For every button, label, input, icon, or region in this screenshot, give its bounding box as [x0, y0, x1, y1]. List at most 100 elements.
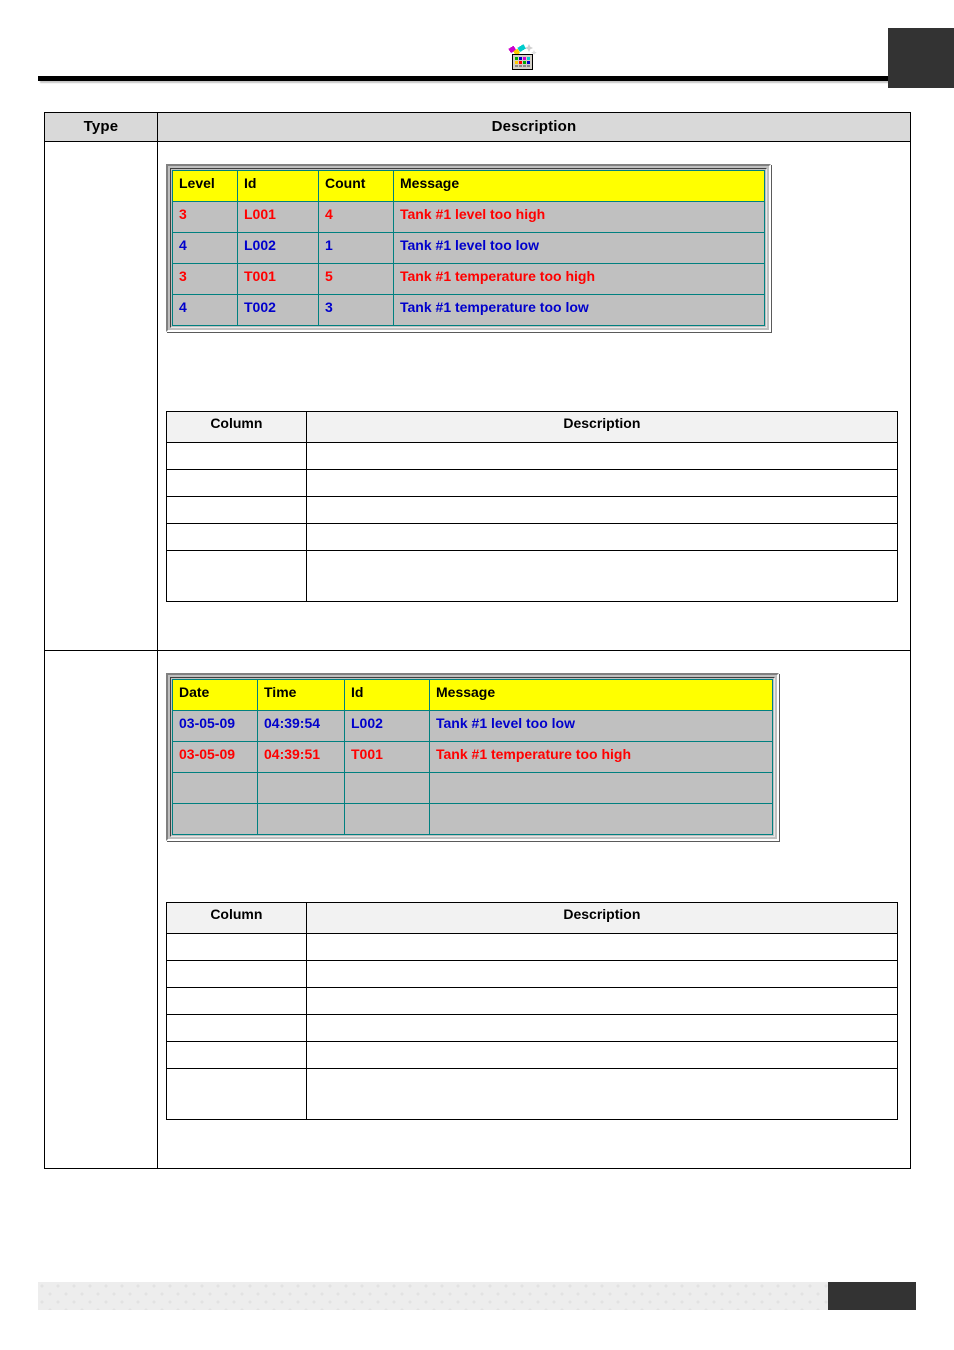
spec-cell-description: [305, 960, 899, 988]
spec-header-row: Column Description: [166, 411, 899, 443]
table-row[interactable]: 3 T001 5 Tank #1 temperature too high: [172, 263, 765, 295]
table-row: [166, 523, 899, 551]
spec-cell-description: [305, 1068, 899, 1120]
table-row[interactable]: [172, 772, 773, 804]
table-row: [166, 442, 899, 470]
event-cell-id: [344, 772, 430, 804]
alarm-cell-message: Tank #1 temperature too high: [393, 263, 765, 295]
alarm-col-id[interactable]: Id: [237, 170, 319, 202]
spec-header-description: Description: [305, 411, 899, 443]
alarm-col-message[interactable]: Message: [393, 170, 765, 202]
section-spacer-bottom: [166, 1120, 898, 1146]
alarm-cell-level: 4: [172, 232, 238, 264]
page-footer: [38, 1282, 916, 1310]
event-cell-time: [257, 803, 345, 835]
table-row[interactable]: 4 L002 1 Tank #1 level too low: [172, 232, 765, 264]
section-type-cell-alarm-summary: [44, 141, 158, 651]
footer-band: [38, 1282, 828, 1310]
doc-header-description: Description: [157, 112, 911, 142]
event-cell-time: 04:39:51: [257, 741, 345, 773]
spec-cell-column: [166, 987, 307, 1015]
alarm-summary-grid[interactable]: Level Id Count Message 3 L001 4 Tank #1 …: [172, 170, 765, 326]
spec-cell-description: [305, 550, 899, 602]
table-row[interactable]: 4 T002 3 Tank #1 temperature too low: [172, 294, 765, 326]
spec-cell-column: [166, 496, 307, 524]
event-col-id[interactable]: Id: [344, 679, 430, 711]
alarm-cell-message: Tank #1 level too low: [393, 232, 765, 264]
alarm-cell-count: 3: [318, 294, 394, 326]
event-col-date[interactable]: Date: [172, 679, 258, 711]
event-cell-date: 03-05-09: [172, 710, 258, 742]
table-row: [166, 960, 899, 988]
event-cell-date: [172, 803, 258, 835]
alarm-cell-id: L001: [237, 201, 319, 233]
alarm-summary-widget-inner: Level Id Count Message 3 L001 4 Tank #1 …: [170, 168, 767, 328]
doc-table-header-row: Type Description: [44, 112, 911, 142]
footer-block: [828, 1282, 916, 1310]
alarm-col-level[interactable]: Level: [172, 170, 238, 202]
event-column-spec-table: Column Description: [166, 902, 899, 1120]
spec-cell-column: [166, 1041, 307, 1069]
alarm-col-count[interactable]: Count: [318, 170, 394, 202]
table-row[interactable]: [172, 803, 773, 835]
spec-cell-column: [166, 933, 307, 961]
event-cell-time: [257, 772, 345, 804]
spec-header-column: Column: [166, 411, 307, 443]
doc-section-alarm-summary: Level Id Count Message 3 L001 4 Tank #1 …: [44, 141, 911, 651]
event-col-message[interactable]: Message: [429, 679, 773, 711]
table-row: [166, 1068, 899, 1120]
spec-cell-column: [166, 1068, 307, 1120]
table-row: [166, 933, 899, 961]
event-cell-id: T001: [344, 741, 430, 773]
event-cell-message: [429, 803, 773, 835]
alarm-cell-id: T002: [237, 294, 319, 326]
alarm-cell-id: T001: [237, 263, 319, 295]
event-cell-id: [344, 803, 430, 835]
section-type-cell-event-log: [44, 650, 158, 1169]
documentation-table: Type Description Level Id Count Message …: [44, 112, 911, 1169]
spec-cell-column: [166, 960, 307, 988]
alarm-cell-message: Tank #1 temperature too low: [393, 294, 765, 326]
spec-cell-column: [166, 469, 307, 497]
table-row[interactable]: 03-05-09 04:39:54 L002 Tank #1 level too…: [172, 710, 773, 742]
alarm-cell-count: 4: [318, 201, 394, 233]
alarm-cell-level: 3: [172, 263, 238, 295]
spec-cell-description: [305, 496, 899, 524]
alarm-cell-count: 1: [318, 232, 394, 264]
alarm-cell-message: Tank #1 level too high: [393, 201, 765, 233]
alarm-summary-widget[interactable]: Level Id Count Message 3 L001 4 Tank #1 …: [166, 164, 771, 332]
event-log-grid[interactable]: Date Time Id Message 03-05-09 04:39:54 L…: [172, 679, 773, 835]
header-divider-rule: [38, 76, 902, 81]
event-cell-message: Tank #1 temperature too high: [429, 741, 773, 773]
spec-cell-column: [166, 1014, 307, 1042]
event-cell-id: L002: [344, 710, 430, 742]
spec-cell-description: [305, 523, 899, 551]
event-cell-message: Tank #1 level too low: [429, 710, 773, 742]
table-row: [166, 496, 899, 524]
spec-cell-description: [305, 933, 899, 961]
section-spacer-bottom: [166, 602, 898, 628]
spec-cell-column: [166, 550, 307, 602]
spec-cell-description: [305, 1014, 899, 1042]
event-cell-time: 04:39:54: [257, 710, 345, 742]
event-cell-date: 03-05-09: [172, 741, 258, 773]
alarm-cell-level: 3: [172, 201, 238, 233]
table-row[interactable]: 3 L001 4 Tank #1 level too high: [172, 201, 765, 233]
table-row: [166, 469, 899, 497]
table-row: [166, 1041, 899, 1069]
event-cell-message: [429, 772, 773, 804]
page-header: [0, 0, 954, 92]
alarm-cell-id: L002: [237, 232, 319, 264]
spec-header-row: Column Description: [166, 902, 899, 934]
spec-cell-description: [305, 987, 899, 1015]
event-col-time[interactable]: Time: [257, 679, 345, 711]
doc-section-event-log: Date Time Id Message 03-05-09 04:39:54 L…: [44, 650, 911, 1169]
spec-header-description: Description: [305, 902, 899, 934]
spec-cell-column: [166, 442, 307, 470]
section-description-cell-alarm-summary: Level Id Count Message 3 L001 4 Tank #1 …: [157, 141, 911, 651]
event-log-widget[interactable]: Date Time Id Message 03-05-09 04:39:54 L…: [166, 673, 779, 841]
table-row[interactable]: 03-05-09 04:39:51 T001 Tank #1 temperatu…: [172, 741, 773, 773]
spec-cell-description: [305, 1041, 899, 1069]
